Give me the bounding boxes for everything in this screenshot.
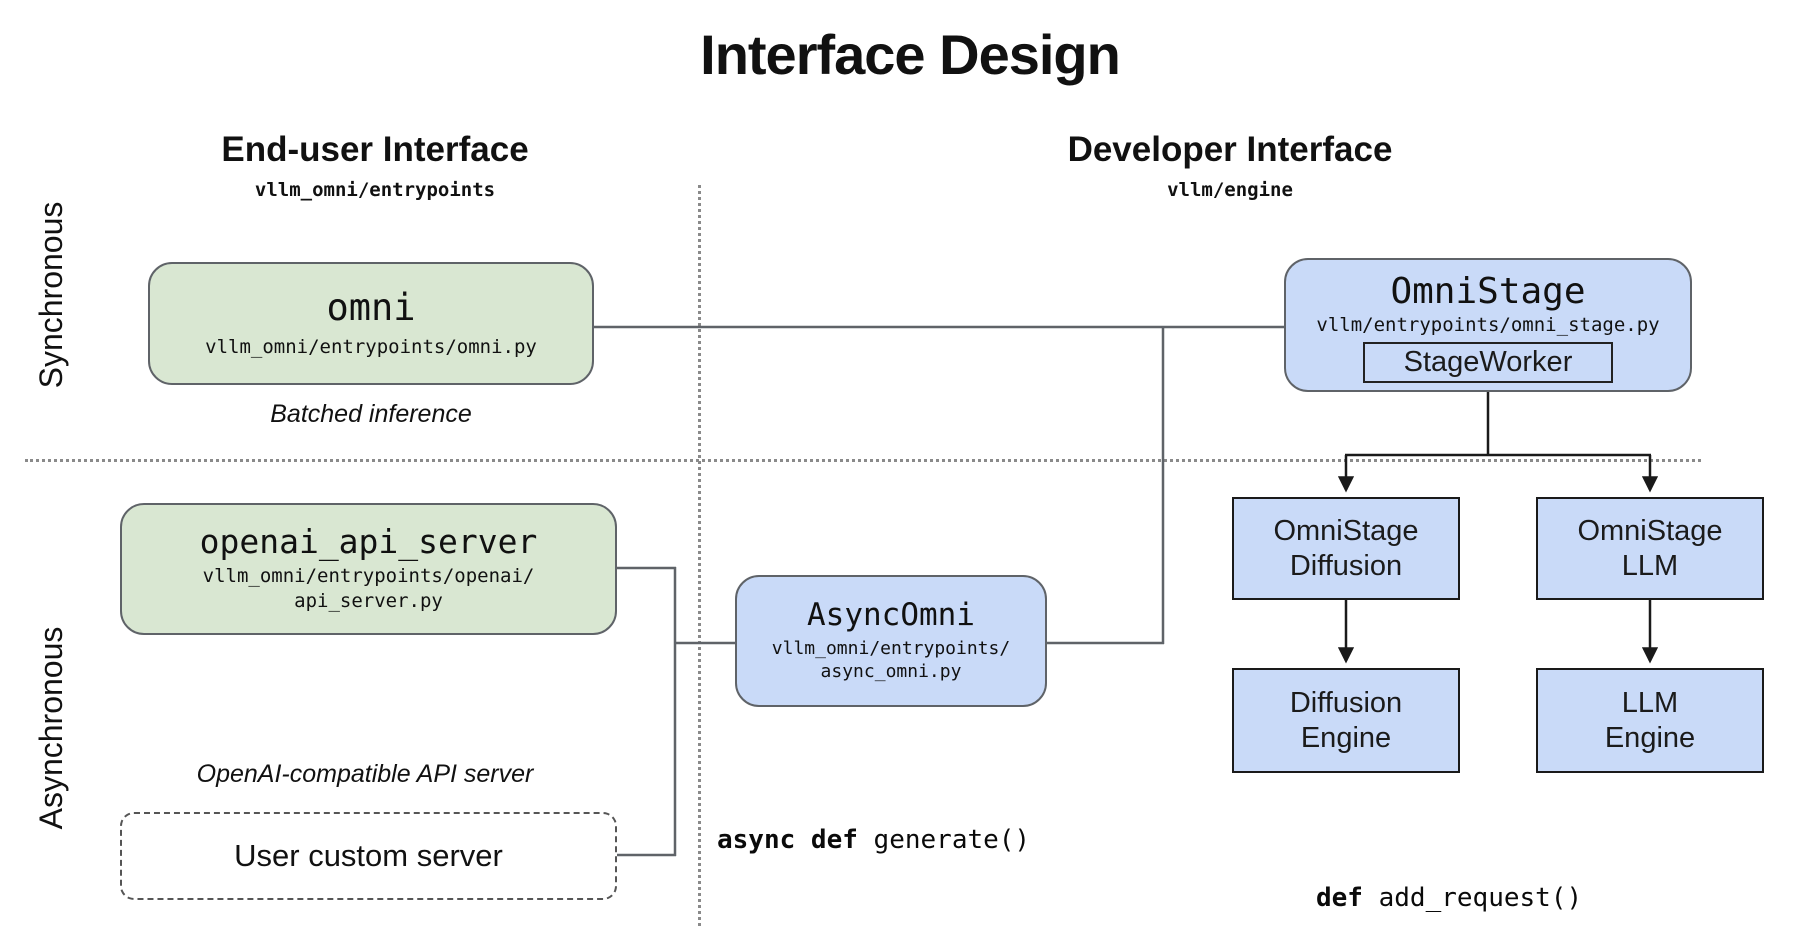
code-line-generate: async def generate() (717, 820, 1093, 860)
asyncomni-methods-code: async def generate() async def abort() +… (717, 740, 1093, 926)
node-omnistage: OmniStage vllm/entrypoints/omni_stage.py… (1284, 258, 1692, 392)
node-omnistage-llm: OmniStageLLM (1536, 497, 1764, 600)
node-asyncomni: AsyncOmni vllm_omni/entrypoints/async_om… (735, 575, 1047, 707)
end-user-interface-title: End-user Interface (125, 130, 625, 170)
developer-interface-header: Developer Interface vllm/engine (980, 130, 1480, 201)
node-stageworker: StageWorker (1363, 342, 1613, 383)
end-user-interface-path: vllm_omni/entrypoints (125, 179, 625, 201)
quadrant-divider-vertical (698, 185, 701, 926)
node-openai-api-server: openai_api_server vllm_omni/entrypoints/… (120, 503, 617, 635)
node-omnistage-title: OmniStage (1390, 271, 1585, 312)
row-label-synchronous: Synchronous (31, 145, 71, 445)
end-user-interface-header: End-user Interface vllm_omni/entrypoints (125, 130, 625, 201)
node-llm-engine: LLMEngine (1536, 668, 1764, 773)
code-line-add-request: def add_request() (1316, 878, 1613, 918)
node-asyncomni-path: vllm_omni/entrypoints/async_omni.py (772, 637, 1010, 685)
quadrant-divider-horizontal (25, 459, 1701, 462)
caption-batched-inference: Batched inference (148, 400, 594, 429)
node-asyncomni-title: AsyncOmni (807, 598, 975, 634)
slide-canvas: Interface Design End-user Interface vllm… (0, 0, 1820, 926)
node-omni-title: omni (326, 287, 415, 330)
node-omni-path: vllm_omni/entrypoints/omni.py (205, 335, 537, 360)
node-openai-path: vllm_omni/entrypoints/openai/api_server.… (203, 564, 535, 614)
engine-methods-code: def add_request() def abort_request() de… (1316, 798, 1613, 926)
node-openai-title: openai_api_server (200, 523, 538, 561)
developer-interface-path: vllm/engine (980, 179, 1480, 201)
node-user-custom-server: User custom server (120, 812, 617, 900)
node-omni: omni vllm_omni/entrypoints/omni.py (148, 262, 594, 385)
developer-interface-title: Developer Interface (980, 130, 1480, 170)
node-diffusion-engine: DiffusionEngine (1232, 668, 1460, 773)
page-title: Interface Design (0, 22, 1820, 87)
node-omnistage-path: vllm/entrypoints/omni_stage.py (1316, 313, 1659, 338)
node-omnistage-diffusion: OmniStageDiffusion (1232, 497, 1460, 600)
row-label-asynchronous: Asynchronous (31, 578, 71, 878)
caption-openai-compatible: OpenAI-compatible API server (110, 760, 620, 789)
